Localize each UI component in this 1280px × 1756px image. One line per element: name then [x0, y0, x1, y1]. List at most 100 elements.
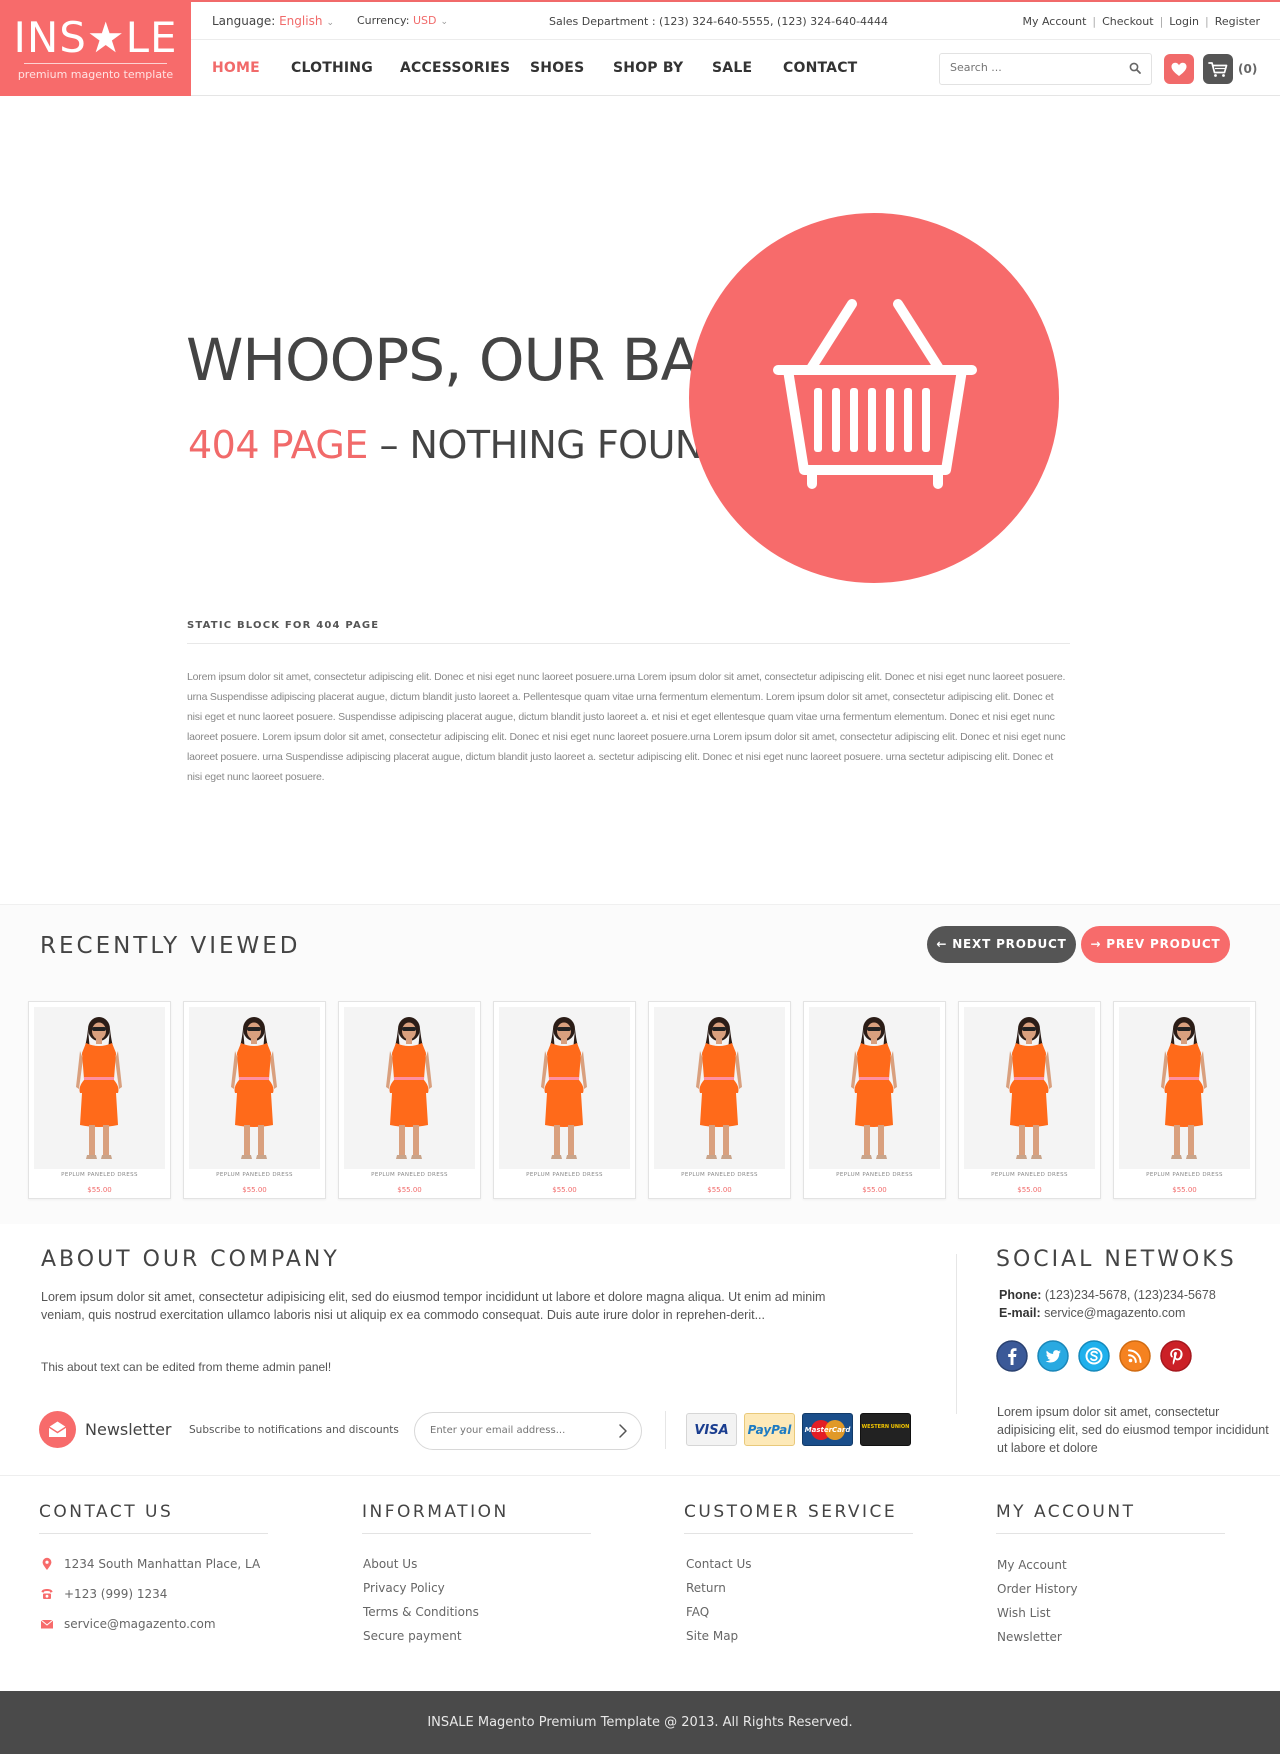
about-note: This about text can be edited from theme… [41, 1360, 332, 1374]
copyright-bar: INSALE Magento Premium Template @ 2013. … [0, 1691, 1280, 1754]
newsletter-envelope-icon [39, 1411, 76, 1448]
footer-link-faq[interactable]: FAQ [686, 1605, 709, 1619]
footer-contact-title: CONTACT US [39, 1502, 174, 1522]
product-image[interactable] [1119, 1007, 1250, 1169]
wishlist-button[interactable] [1164, 54, 1194, 84]
nav-item-clothing[interactable]: CLOTHING [291, 60, 373, 76]
prev-product-button[interactable]: → PREV PRODUCT [1081, 926, 1230, 963]
link-register[interactable]: Register [1215, 15, 1260, 28]
nav-item-home[interactable]: HOME [212, 60, 260, 76]
prev-product-label: PREV PRODUCT [1106, 937, 1221, 951]
product-name[interactable]: PEPLUM PANELED DRESS [1114, 1172, 1255, 1178]
footer-link-my-account[interactable]: My Account [997, 1558, 1067, 1572]
newsletter-email-input[interactable] [430, 1425, 605, 1436]
divider [39, 1533, 268, 1534]
product-name[interactable]: PEPLUM PANELED DRESS [339, 1172, 480, 1178]
nav-item-shop-by[interactable]: SHOP BY [613, 60, 683, 76]
product-price: $55.00 [87, 1186, 112, 1194]
paypal-icon: PayPal [744, 1413, 795, 1446]
product-image[interactable] [964, 1007, 1095, 1169]
product-name[interactable]: PEPLUM PANELED DRESS [29, 1172, 170, 1178]
language-selector[interactable]: Language: English ⌄ [212, 14, 334, 28]
footer-link-privacy-policy[interactable]: Privacy Policy [363, 1581, 445, 1595]
mastercard-label: MasterCard [804, 1426, 851, 1434]
footer-link-about-us[interactable]: About Us [363, 1557, 417, 1571]
nav-item-accessories[interactable]: ACCESSORIES [400, 60, 510, 76]
search-box [939, 53, 1152, 85]
rss-icon[interactable] [1119, 1340, 1151, 1372]
product-image[interactable] [344, 1007, 475, 1169]
product-image[interactable] [499, 1007, 630, 1169]
facebook-icon[interactable] [996, 1340, 1028, 1372]
product-card[interactable]: PEPLUM PANELED DRESS $55.00 [493, 1001, 636, 1199]
cart-icon [1208, 62, 1228, 77]
product-image[interactable] [34, 1007, 165, 1169]
footer-link-site-map[interactable]: Site Map [686, 1629, 738, 1643]
product-price: $55.00 [242, 1186, 267, 1194]
search-input[interactable] [950, 61, 1120, 74]
product-card[interactable]: PEPLUM PANELED DRESS $55.00 [338, 1001, 481, 1199]
contact-email[interactable]: service@magazento.com [64, 1617, 216, 1631]
phone-label: Phone: [999, 1288, 1042, 1302]
product-image[interactable] [809, 1007, 940, 1169]
static-block-text: Lorem ipsum dolor sit amet, consectetur … [187, 671, 1066, 783]
product-image[interactable] [654, 1007, 785, 1169]
shopping-basket-icon [773, 299, 977, 489]
search-icon[interactable] [1128, 61, 1142, 75]
product-image[interactable] [189, 1007, 320, 1169]
currency-value: USD [412, 14, 437, 27]
footer-link-wish-list[interactable]: Wish List [997, 1606, 1051, 1620]
footer-link-contact-us[interactable]: Contact Us [686, 1557, 752, 1571]
link-my-account[interactable]: My Account [1022, 15, 1086, 28]
phone-value: (123)234-5678, (123)234-5678 [1041, 1288, 1216, 1302]
footer-link-order-history[interactable]: Order History [997, 1582, 1078, 1596]
account-links: My Account | Checkout | Login | Register [1022, 15, 1260, 28]
product-name[interactable]: PEPLUM PANELED DRESS [959, 1172, 1100, 1178]
chevron-right-icon[interactable] [615, 1423, 631, 1439]
vertical-divider [956, 1254, 957, 1414]
footer-information-title: INFORMATION [362, 1502, 509, 1522]
error-code: 404 PAGE [188, 423, 368, 467]
product-price: $55.00 [397, 1186, 422, 1194]
site-logo[interactable]: INS★LE premium magento template [0, 0, 191, 96]
top-bar: Language: English ⌄ Currency: USD ⌄ Sales … [191, 2, 1280, 40]
visa-card-icon: VISA [686, 1413, 737, 1446]
link-login[interactable]: Login [1169, 15, 1199, 28]
footer-link-secure-payment[interactable]: Secure payment [363, 1629, 462, 1643]
nav-item-contact[interactable]: CONTACT [783, 60, 857, 76]
social-phone: Phone: (123)234-5678, (123)234-5678 [999, 1288, 1216, 1302]
language-label: Language: [212, 14, 276, 28]
skype-icon[interactable] [1078, 1340, 1110, 1372]
newsletter-subtitle: Subscribe to notifications and discounts [189, 1424, 399, 1436]
sales-department-info: Sales Department : (123) 324-640-5555, (… [549, 15, 889, 28]
footer-link-newsletter[interactable]: Newsletter [997, 1630, 1062, 1644]
product-card[interactable]: PEPLUM PANELED DRESS $55.00 [803, 1001, 946, 1199]
currency-label: Currency: [357, 14, 410, 27]
error-subtitle: 404 PAGE – NOTHING FOUND [188, 423, 732, 467]
product-card[interactable]: PEPLUM PANELED DRESS $55.00 [28, 1001, 171, 1199]
twitter-icon[interactable] [1037, 1340, 1069, 1372]
divider [362, 1533, 591, 1534]
cart-button[interactable] [1203, 54, 1233, 84]
product-name[interactable]: PEPLUM PANELED DRESS [494, 1172, 635, 1178]
footer-link-terms[interactable]: Terms & Conditions [363, 1605, 479, 1619]
product-name[interactable]: PEPLUM PANELED DRESS [804, 1172, 945, 1178]
product-name[interactable]: PEPLUM PANELED DRESS [649, 1172, 790, 1178]
product-name[interactable]: PEPLUM PANELED DRESS [184, 1172, 325, 1178]
link-checkout[interactable]: Checkout [1102, 15, 1153, 28]
recently-viewed-title: RECENTLY VIEWED [40, 933, 301, 959]
product-card[interactable]: PEPLUM PANELED DRESS $55.00 [183, 1001, 326, 1199]
email-icon [40, 1619, 54, 1629]
product-card[interactable]: PEPLUM PANELED DRESS $55.00 [1113, 1001, 1256, 1199]
nav-item-sale[interactable]: SALE [712, 60, 752, 76]
nav-item-shoes[interactable]: SHOES [530, 60, 584, 76]
pinterest-icon[interactable] [1160, 1340, 1192, 1372]
currency-selector[interactable]: Currency: USD ⌄ [357, 14, 448, 27]
email-value: service@magazento.com [1040, 1306, 1186, 1320]
product-card[interactable]: PEPLUM PANELED DRESS $55.00 [648, 1001, 791, 1199]
next-product-button[interactable]: ← NEXT PRODUCT [927, 926, 1076, 963]
cart-count[interactable]: (0) [1238, 62, 1257, 76]
product-card[interactable]: PEPLUM PANELED DRESS $55.00 [958, 1001, 1101, 1199]
footer-link-return[interactable]: Return [686, 1581, 726, 1595]
divider [996, 1533, 1225, 1534]
